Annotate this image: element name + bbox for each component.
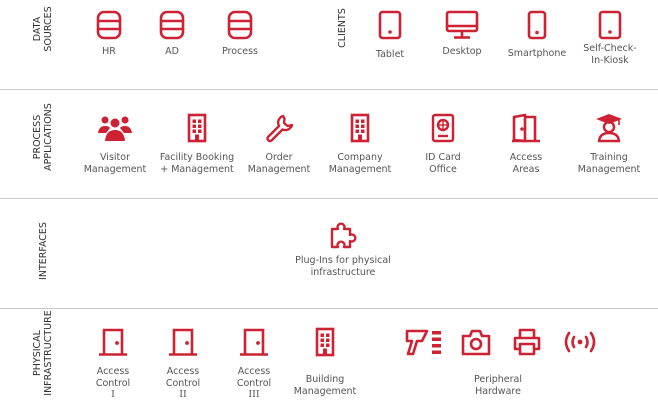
section-label-line: PHYSICAL	[32, 330, 43, 376]
data-source-process: Process	[214, 10, 266, 58]
smartphone-icon	[527, 10, 547, 40]
door-icon	[240, 328, 268, 356]
door-icon	[99, 328, 127, 356]
client-label: In-Kiosk	[591, 54, 629, 66]
divider	[0, 89, 658, 90]
access-control-label: Access	[96, 366, 130, 377]
app-label: Facility Booking	[159, 152, 235, 163]
building-label: Building	[305, 374, 345, 385]
door-icon	[169, 328, 197, 356]
app-label: Office	[429, 163, 457, 175]
section-label-line: PROCESS	[32, 114, 43, 160]
app-training-management: Training Management	[574, 113, 644, 175]
section-label-line: INTERFACES	[38, 222, 49, 280]
peripheral-hardware-label: Peripheral Hardware	[452, 374, 544, 397]
data-source-label: HR	[102, 46, 116, 57]
app-label: ID Card	[425, 152, 461, 163]
peripheral-label: Hardware	[475, 385, 521, 397]
access-control-label: Control	[165, 377, 201, 389]
building-label: Management	[293, 385, 357, 397]
building-management: Building Management	[290, 327, 360, 397]
building-icon	[187, 113, 207, 143]
access-control-iii: Access Control III	[229, 327, 279, 401]
client-label: Desktop	[442, 46, 482, 57]
section-label-data-sources: DATA SOURCES	[32, 0, 54, 58]
data-source-hr: HR	[86, 10, 132, 58]
section-label-line: INFRASTRUCTURE	[43, 310, 54, 396]
app-label: + Management	[160, 163, 234, 175]
scanner-icon	[405, 329, 441, 356]
puzzle-icon	[330, 222, 357, 249]
section-label-interfaces: INTERFACES	[38, 218, 49, 284]
data-source-label: Process	[221, 46, 259, 57]
app-label: Management	[83, 163, 147, 175]
building-icon	[350, 113, 370, 143]
camera-icon	[461, 329, 491, 356]
app-label: Visitor	[100, 152, 130, 163]
printer-icon	[513, 328, 541, 356]
desktop-icon	[445, 10, 479, 39]
client-smartphone: Smartphone	[503, 10, 571, 60]
interface-label: Plug-Ins for physical	[295, 255, 391, 266]
app-label: Management	[247, 163, 311, 175]
app-order-management: Order Management	[244, 113, 314, 175]
section-label-line: DATA	[32, 16, 43, 42]
app-label: Management	[328, 163, 392, 175]
access-control-label: Access	[166, 366, 200, 377]
access-control-ii: Access Control II	[158, 327, 208, 401]
section-label-line: SOURCES	[43, 6, 54, 52]
client-self-check-in-kiosk: Self-Check- In-Kiosk	[580, 10, 640, 66]
wrench-icon	[266, 114, 294, 143]
access-control-label: II	[179, 389, 187, 400]
divider	[0, 198, 658, 199]
building-icon	[315, 327, 335, 357]
app-company-management: Company Management	[322, 113, 398, 175]
client-desktop: Desktop	[434, 10, 490, 58]
wireless-icon	[564, 331, 596, 353]
app-label: Training	[590, 152, 628, 163]
access-control-label: I	[111, 389, 115, 400]
door-open-icon	[512, 113, 540, 143]
section-label-line: APPLICATIONS	[43, 103, 54, 171]
id-card-icon	[431, 113, 455, 143]
app-id-card-office: ID Card Office	[408, 113, 478, 175]
divider	[0, 308, 658, 309]
section-label-physical-infrastructure: PHYSICAL INFRASTRUCTURE	[32, 310, 54, 396]
section-label-process-applications: PROCESS APPLICATIONS	[32, 96, 54, 178]
app-label: Management	[577, 163, 641, 175]
access-control-label: Access	[237, 366, 271, 377]
app-visitor-management: Visitor Management	[80, 113, 150, 175]
people-icon	[98, 116, 132, 141]
database-icon	[159, 10, 185, 40]
access-control-i: Access Control I	[88, 327, 138, 401]
client-label: Tablet	[375, 49, 405, 60]
database-icon	[227, 10, 253, 40]
access-control-label: III	[248, 389, 260, 400]
client-label: Smartphone	[507, 48, 567, 59]
client-label: Self-Check-	[583, 43, 637, 54]
app-access-areas: Access Areas	[494, 113, 558, 175]
access-control-label: Control	[236, 377, 272, 389]
tablet-icon	[378, 10, 402, 40]
access-control-label: Control	[95, 377, 131, 389]
kiosk-icon	[598, 10, 622, 40]
app-facility-booking: Facility Booking + Management	[156, 113, 238, 175]
client-tablet: Tablet	[362, 10, 418, 61]
graduate-icon	[596, 114, 622, 143]
app-label: Access	[509, 152, 543, 163]
app-label: Company	[337, 152, 383, 163]
data-source-label: AD	[165, 46, 179, 57]
peripheral-label: Peripheral	[473, 374, 523, 385]
interface-plug-ins: Plug-Ins for physical infrastructure	[283, 220, 403, 278]
app-label: Areas	[512, 163, 540, 175]
database-icon	[96, 10, 122, 40]
interface-label: infrastructure	[310, 266, 376, 278]
data-source-ad: AD	[149, 10, 195, 58]
section-label-line: CLIENTS	[337, 8, 348, 48]
app-label: Order	[265, 152, 293, 163]
section-label-clients: CLIENTS	[337, 6, 348, 50]
